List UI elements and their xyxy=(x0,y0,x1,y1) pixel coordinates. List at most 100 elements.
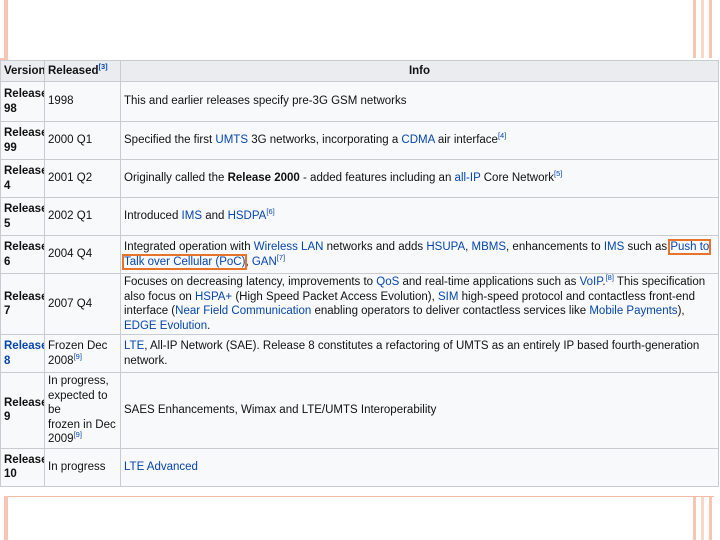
wiki-link[interactable]: all-IP xyxy=(455,172,481,184)
header-released[interactable]: Released[3] xyxy=(44,60,121,82)
decor-bar xyxy=(693,0,696,58)
decor-bar xyxy=(701,496,704,540)
released-text: 2000 Q1 xyxy=(48,134,93,147)
info-cell: SAES Enhancements, Wimax and LTE/UMTS In… xyxy=(120,372,719,449)
wiki-link[interactable]: MBMS xyxy=(472,241,507,253)
version-cell: Release 98 xyxy=(0,81,45,122)
decor-bar xyxy=(709,496,712,540)
wiki-link[interactable]: Mobile Payments xyxy=(589,305,677,317)
info-text: (High Speed Packet Access Evolution), xyxy=(232,290,438,303)
info-cell: Focuses on decreasing latency, improveme… xyxy=(120,273,719,335)
version-text: 98 xyxy=(4,102,17,115)
decor-bar xyxy=(4,0,8,58)
version-text: 7 xyxy=(4,305,11,317)
table-row: Release 99 2000 Q1 Specified the first UMTS… xyxy=(0,121,719,160)
wiki-link[interactable]: QoS xyxy=(376,276,399,288)
wiki-link[interactable]: GAN xyxy=(252,256,277,268)
info-cell: Introduced IMS and HSDPA[6] xyxy=(120,197,719,236)
decor-bar xyxy=(701,0,704,58)
wiki-link[interactable]: UMTS xyxy=(215,134,248,146)
wiki-link[interactable]: HSUPA xyxy=(426,241,465,253)
version-text: Release xyxy=(4,203,45,215)
info-text: - added features including an xyxy=(299,172,455,185)
version-text[interactable]: Release xyxy=(4,340,44,352)
releases-table: Version Released[3] Info Release 98 1998 Th… xyxy=(0,60,719,487)
version-cell: Release 7 xyxy=(0,273,45,335)
released-text: Frozen Dec xyxy=(48,340,108,352)
reference-link[interactable]: [6] xyxy=(266,207,274,216)
info-cell: LTE Advanced xyxy=(120,447,719,487)
released-cell: In progress xyxy=(44,447,121,487)
header-version[interactable]: Version xyxy=(0,60,45,82)
table-row: Release 9 In progress, expected to be frozen… xyxy=(0,372,719,449)
version-text: 5 xyxy=(4,217,11,230)
info-cell: Integrated operation with Wireless LAN n… xyxy=(120,235,719,274)
info-text: and real-time applications such as xyxy=(399,276,580,288)
wiki-link[interactable]: IMS xyxy=(182,210,202,222)
released-text: 2004 Q4 xyxy=(48,248,93,261)
reference-link[interactable]: [9] xyxy=(74,430,82,439)
reference-link[interactable]: [8] xyxy=(606,275,614,283)
version-cell: Release 6 xyxy=(0,235,45,274)
table-row: Release 10 In progress LTE Advanced xyxy=(0,447,719,487)
info-text: enabling operators to deliver contactles… xyxy=(311,305,590,317)
wiki-link[interactable]: HSPA+ xyxy=(195,291,232,303)
divider xyxy=(8,496,714,497)
version-text: Release xyxy=(4,396,45,409)
reference-link[interactable]: [9] xyxy=(74,352,82,361)
wiki-link[interactable]: SIM xyxy=(438,291,458,303)
releases-table-container: Version Released[3] Info Release 98 1998 Th… xyxy=(0,60,719,487)
version-text: 10 xyxy=(4,468,17,480)
decor-bar xyxy=(693,496,696,540)
wiki-link[interactable]: Wireless LAN xyxy=(254,241,324,253)
version-text: 99 xyxy=(4,141,17,154)
info-text: air interface xyxy=(434,134,498,147)
header-info-label: Info xyxy=(408,64,431,77)
header-released-label: Released xyxy=(48,64,99,77)
wiki-link[interactable]: Near Field Communication xyxy=(175,305,311,317)
table-row: Release 5 2002 Q1 Introduced IMS and HSDPA[… xyxy=(0,197,719,236)
info-text: ), xyxy=(677,305,685,317)
version-cell: Release 99 xyxy=(0,121,45,160)
info-text: Integrated operation with xyxy=(124,241,254,253)
reference-link[interactable]: [3] xyxy=(99,62,108,71)
header-info[interactable]: Info xyxy=(120,60,719,82)
wiki-link[interactable]: IMS xyxy=(604,241,624,253)
info-cell: This and earlier releases specify pre-3G… xyxy=(120,81,719,122)
version-text[interactable]: 8 xyxy=(4,355,10,367)
wiki-link[interactable]: CDMA xyxy=(401,134,434,146)
reference-link[interactable]: [4] xyxy=(498,131,506,140)
wiki-link[interactable]: LTE xyxy=(124,340,144,352)
info-text: Introduced xyxy=(124,210,182,223)
version-cell: Release 10 xyxy=(0,447,45,487)
released-text: In progress, xyxy=(48,375,109,387)
wiki-link[interactable]: LTE Advanced xyxy=(124,461,198,473)
wiki-link[interactable]: VoIP xyxy=(580,276,603,288)
version-text: 4 xyxy=(4,179,11,192)
version-text: Release xyxy=(4,453,45,466)
released-text: In progress xyxy=(48,460,106,473)
decor-bar xyxy=(4,496,8,540)
info-text: , enhancements to xyxy=(506,241,604,253)
reference-link[interactable]: [5] xyxy=(554,169,562,178)
info-cell: LTE, All-IP Network (SAE). Release 8 con… xyxy=(120,334,719,373)
version-text: 9 xyxy=(4,411,11,424)
reference-link[interactable]: [7] xyxy=(277,253,285,262)
wiki-link[interactable]: EDGE Evolution xyxy=(124,320,207,332)
info-text: , All-IP Network (SAE). Release 8 consti… xyxy=(124,340,700,367)
info-text: Originally called the xyxy=(124,172,228,185)
decor-bar xyxy=(709,0,712,58)
released-cell: 2007 Q4 xyxy=(44,273,121,335)
info-text: Specified the first xyxy=(124,134,216,147)
released-text: frozen in Dec xyxy=(48,418,116,431)
header-version-label: Version xyxy=(4,64,45,77)
released-text: 2009 xyxy=(48,433,74,445)
table-row: Release 98 1998 This and earlier releases s… xyxy=(0,81,719,122)
wiki-link[interactable]: HSDPA xyxy=(228,210,267,222)
info-text: networks and adds xyxy=(323,241,427,253)
released-cell: 2002 Q1 xyxy=(44,197,121,236)
released-cell: In progress, expected to be frozen in Dec 2… xyxy=(44,372,121,449)
version-cell: Release 4 xyxy=(0,159,45,198)
version-cell[interactable]: Release 8 xyxy=(0,334,45,373)
info-cell: Originally called the Release 2000 - add… xyxy=(120,159,719,198)
